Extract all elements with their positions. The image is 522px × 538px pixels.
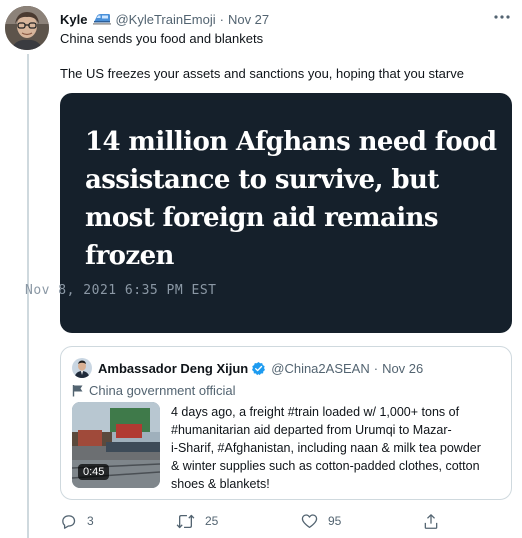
like-count: 95 xyxy=(328,514,342,528)
avatar-image xyxy=(5,6,49,50)
quoted-header: Ambassador Deng Xijun @China2ASEAN · Nov… xyxy=(98,358,423,378)
reply-icon xyxy=(60,513,77,530)
quoted-handle[interactable]: @China2ASEAN xyxy=(271,361,369,376)
card-headline-line: 14 million Afghans need food xyxy=(85,127,497,157)
share-icon xyxy=(423,513,439,530)
quoted-text-line: #humanitarian aid departed from Urumqi t… xyxy=(171,423,452,437)
heart-icon xyxy=(301,513,318,529)
retweet-icon xyxy=(176,513,195,530)
author-handle[interactable]: @KyleTrainEmoji xyxy=(115,12,215,27)
retweet-count: 25 xyxy=(205,514,219,528)
avatar[interactable] xyxy=(5,6,49,50)
video-duration: 0:45 xyxy=(78,464,110,480)
quoted-text-line: i-Sharif, #Afghanistan, including naan &… xyxy=(171,441,481,455)
quoted-text-line: & winter supplies such as cotton-padded … xyxy=(171,459,480,473)
quoted-text-line: 4 days ago, a freight #train loaded w/ 1… xyxy=(171,405,460,419)
tweet[interactable]: Kyle @KyleTrainEmoji · Nov 27 China send… xyxy=(0,0,522,538)
tweet-header: Kyle @KyleTrainEmoji · Nov 27 xyxy=(60,9,510,29)
verified-badge-icon xyxy=(251,361,266,376)
card-dateline: Nov 8, 2021 6:35 PM EST xyxy=(25,283,217,298)
flag-icon xyxy=(72,384,84,397)
card-headline-line: most foreign aid remains xyxy=(85,203,439,233)
tweet-date[interactable]: Nov 27 xyxy=(228,12,269,27)
action-bar: 3 25 95 xyxy=(60,511,522,531)
reply-count: 3 xyxy=(87,514,94,528)
tweet-text-line-2: The US freezes your assets and sanctions… xyxy=(60,66,464,81)
separator-dot: · xyxy=(373,360,379,376)
quoted-author-name[interactable]: Ambassador Deng Xijun xyxy=(98,361,248,376)
quoted-avatar-image xyxy=(72,358,92,378)
government-label: China government official xyxy=(72,381,235,399)
quoted-date[interactable]: Nov 26 xyxy=(382,361,423,376)
quoted-text-line: shoes & blankets! xyxy=(171,477,270,491)
tweet-text-line-1: China sends you food and blankets xyxy=(60,31,264,46)
quoted-text: 4 days ago, a freight #train loaded w/ 1… xyxy=(171,403,506,493)
more-options-button[interactable] xyxy=(492,7,512,27)
video-thumbnail[interactable]: 0:45 xyxy=(72,402,160,488)
author-name[interactable]: Kyle xyxy=(60,12,87,27)
card-headline: 14 million Afghans need food assistance … xyxy=(85,123,505,275)
retweet-button[interactable]: 25 xyxy=(176,511,218,531)
quoted-tweet[interactable]: Ambassador Deng Xijun @China2ASEAN · Nov… xyxy=(60,346,512,500)
like-button[interactable]: 95 xyxy=(301,511,341,531)
separator-dot: · xyxy=(219,11,224,27)
quoted-avatar[interactable] xyxy=(72,358,92,378)
more-dots-icon xyxy=(494,15,510,19)
card-headline-line: frozen xyxy=(85,241,174,271)
government-label-text: China government official xyxy=(89,382,236,398)
card-headline-line: assistance to survive, but xyxy=(85,165,439,195)
reply-button[interactable]: 3 xyxy=(60,511,94,531)
share-button[interactable] xyxy=(423,511,449,531)
train-emoji-icon xyxy=(93,13,112,25)
